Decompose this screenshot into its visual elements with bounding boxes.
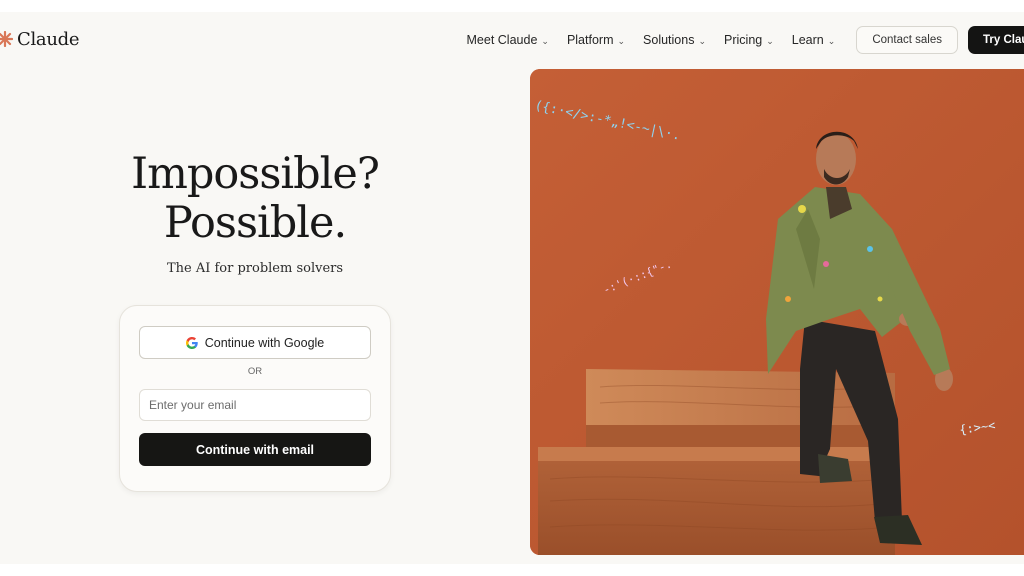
email-field[interactable] bbox=[139, 389, 371, 421]
hero-photo: ({:·</>:-*„!<-~|\·. -:'(·::{"-. {:>~< bbox=[530, 69, 1024, 555]
hero-title-line1: Impossible? bbox=[131, 149, 380, 199]
chevron-down-icon: ⌄ bbox=[541, 35, 549, 46]
nav-meet-claude[interactable]: Meet Claude ⌄ bbox=[467, 33, 549, 47]
chevron-down-icon: ⌄ bbox=[617, 35, 626, 46]
nav-label: Solutions bbox=[643, 33, 695, 47]
claude-starburst-icon bbox=[0, 31, 13, 47]
hero-illustration: ({:·</>:-*„!<-~|\·. -:'(·::{"-. {:>~< bbox=[530, 69, 1024, 555]
claude-logo[interactable]: Claude bbox=[0, 27, 80, 51]
nav-label: Pricing bbox=[724, 33, 763, 47]
brand-name: Claude bbox=[17, 28, 80, 50]
or-divider: OR bbox=[247, 366, 263, 377]
nav-learn[interactable]: Learn ⌄ bbox=[792, 33, 836, 47]
google-g-icon bbox=[185, 336, 198, 349]
chevron-down-icon: ⌄ bbox=[698, 35, 707, 46]
nav-pricing[interactable]: Pricing ⌄ bbox=[724, 33, 774, 47]
continue-with-google-button[interactable]: Continue with Google bbox=[139, 326, 371, 359]
nav-label: Learn bbox=[791, 33, 824, 47]
hero-title-line2: Possible. bbox=[163, 198, 347, 248]
nav-platform[interactable]: Platform ⌄ bbox=[567, 33, 625, 47]
top-nav: Meet Claude ⌄ Platform ⌄ Solutions ⌄ Pri… bbox=[467, 26, 1024, 54]
signin-card: Continue with Google OR Continue with em… bbox=[119, 305, 391, 492]
contact-sales-button[interactable]: Contact sales bbox=[856, 26, 958, 54]
hero-title: Impossible? Possible. bbox=[110, 150, 400, 248]
chevron-down-icon: ⌄ bbox=[766, 35, 774, 46]
chevron-down-icon: ⌄ bbox=[827, 35, 836, 46]
hero-subtitle: The AI for problem solvers bbox=[166, 261, 344, 276]
try-claude-button[interactable]: Try Claude bbox=[968, 26, 1024, 54]
google-button-label: Continue with Google bbox=[204, 335, 325, 350]
nav-label: Platform bbox=[566, 33, 614, 47]
page-background: Claude Meet Claude ⌄ Platform ⌄ Solution… bbox=[0, 12, 1024, 564]
nav-solutions[interactable]: Solutions ⌄ bbox=[643, 33, 706, 47]
nav-label: Meet Claude bbox=[466, 33, 538, 47]
continue-with-email-button[interactable]: Continue with email bbox=[139, 433, 371, 466]
